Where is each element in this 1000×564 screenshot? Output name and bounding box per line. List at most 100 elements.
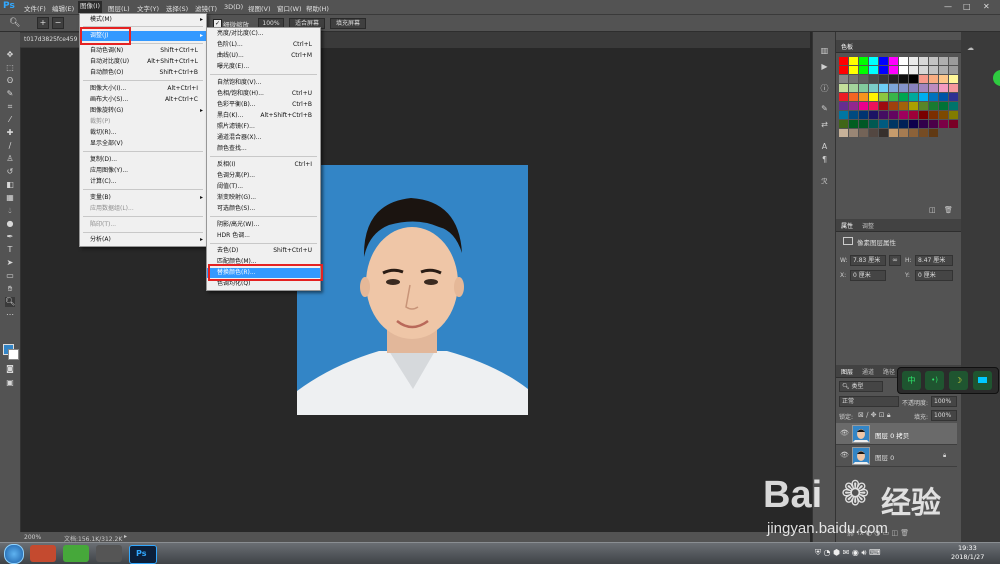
- color-swatch[interactable]: [889, 102, 898, 110]
- color-swatch[interactable]: [839, 120, 848, 128]
- color-swatch[interactable]: [939, 120, 948, 128]
- tray-icons[interactable]: ⛨ ◔ ⬢ ✉ ◉ 🔊︎ ⌨: [815, 548, 881, 558]
- eraser-icon[interactable]: ◧: [5, 180, 15, 190]
- menu-item-color-lookup[interactable]: 颜色查找...: [207, 144, 320, 154]
- color-swatch[interactable]: [869, 66, 878, 74]
- color-swatch[interactable]: [869, 111, 878, 119]
- color-swatch[interactable]: [949, 84, 958, 92]
- color-swatch[interactable]: [849, 120, 858, 128]
- taskbar-user-icon[interactable]: [96, 545, 122, 562]
- eye-icon[interactable]: 👁︎: [840, 451, 849, 459]
- color-swatch[interactable]: [889, 129, 898, 137]
- move-tool-icon[interactable]: ✥: [5, 50, 15, 60]
- menu-item-vibrance[interactable]: 自然饱和度(V)...: [207, 78, 320, 88]
- minimize-icon[interactable]: —: [944, 2, 952, 11]
- color-swatch[interactable]: [879, 84, 888, 92]
- menu-item-variables[interactable]: 变量(B) ▸: [80, 193, 206, 203]
- color-swatch[interactable]: [839, 84, 848, 92]
- menu-item-trim[interactable]: 裁切(R)...: [80, 128, 206, 138]
- lasso-tool-icon[interactable]: ʘ: [5, 76, 15, 86]
- color-swatch[interactable]: [899, 111, 908, 119]
- color-swatch[interactable]: [869, 75, 878, 83]
- menu-item-desaturate[interactable]: 去色(D) Shift+Ctrl+U: [207, 246, 320, 256]
- color-swatch[interactable]: [919, 84, 928, 92]
- type-tool-icon[interactable]: T: [5, 245, 15, 255]
- color-swatch[interactable]: [949, 102, 958, 110]
- lock-icons[interactable]: ⊠ ∕ ✥ ⊡ 🔒︎: [858, 411, 891, 420]
- color-swatch[interactable]: [839, 66, 848, 74]
- rectangle-tool-icon[interactable]: ▭: [5, 271, 15, 281]
- color-swatch[interactable]: [889, 93, 898, 101]
- ime-punct-button[interactable]: •): [925, 371, 944, 390]
- color-swatch[interactable]: [859, 102, 868, 110]
- color-swatch[interactable]: [849, 111, 858, 119]
- color-swatch[interactable]: [869, 129, 878, 137]
- eyedropper-icon[interactable]: ⁄: [5, 115, 15, 125]
- color-swatch[interactable]: [929, 57, 938, 65]
- zoom-tool-icon[interactable]: 🔍︎: [9, 18, 20, 28]
- menu-item-curves[interactable]: 曲线(U)... Ctrl+M: [207, 51, 320, 61]
- color-swatch[interactable]: [929, 111, 938, 119]
- background-color-swatch[interactable]: [8, 349, 19, 360]
- menu-item-analysis[interactable]: 分析(A) ▸: [80, 235, 206, 245]
- color-swatch[interactable]: [849, 84, 858, 92]
- color-swatch[interactable]: [879, 93, 888, 101]
- color-swatch[interactable]: [879, 120, 888, 128]
- color-swatch[interactable]: [889, 111, 898, 119]
- color-swatch[interactable]: [899, 66, 908, 74]
- play-icon[interactable]: ▶: [820, 62, 829, 71]
- color-swatch[interactable]: [949, 66, 958, 74]
- menu-view[interactable]: 视图(V): [248, 3, 271, 13]
- marquee-tool-icon[interactable]: ⬚: [5, 63, 15, 73]
- color-swatch[interactable]: [849, 129, 858, 137]
- healing-brush-icon[interactable]: ✚: [5, 128, 15, 138]
- color-swatch[interactable]: [909, 84, 918, 92]
- color-swatch[interactable]: [919, 129, 928, 137]
- menu-item-selective-color[interactable]: 可选颜色(S)...: [207, 204, 320, 214]
- menu-item-invert[interactable]: 反相(I) Ctrl+I: [207, 160, 320, 170]
- menu-type[interactable]: 文字(Y): [137, 3, 159, 13]
- screen-mode-icon[interactable]: ▣: [5, 378, 15, 388]
- menu-item-calculations[interactable]: 计算(C)...: [80, 177, 206, 187]
- blend-mode-select[interactable]: 正常: [839, 396, 899, 407]
- link-icon[interactable]: ∞: [889, 255, 901, 266]
- menu-item-black-white[interactable]: 黑白(K)... Alt+Shift+Ctrl+B: [207, 111, 320, 121]
- layer-row[interactable]: 👁︎ 图层 0 拷贝: [836, 423, 957, 445]
- menu-item-color-balance[interactable]: 色彩平衡(B)... Ctrl+B: [207, 100, 320, 110]
- width-field[interactable]: 7.83 厘米: [850, 255, 886, 266]
- menu-item-hdr-toning[interactable]: HDR 色调...: [207, 231, 320, 241]
- color-swatch[interactable]: [929, 120, 938, 128]
- menu-edit[interactable]: 编辑(E): [52, 3, 74, 13]
- blur-tool-icon[interactable]: 💧︎: [5, 206, 15, 216]
- brush-presets-icon[interactable]: ✎: [820, 104, 829, 113]
- color-swatch[interactable]: [879, 57, 888, 65]
- hand-tool-icon[interactable]: ✋︎: [5, 284, 15, 294]
- color-swatch[interactable]: [859, 75, 868, 83]
- color-swatch[interactable]: [909, 120, 918, 128]
- color-swatch[interactable]: [869, 93, 878, 101]
- histogram-icon[interactable]: ▥: [820, 46, 829, 55]
- color-swatch[interactable]: [889, 84, 898, 92]
- menu-select[interactable]: 选择(S): [166, 3, 188, 13]
- menu-item-shadows-highlights[interactable]: 阴影/高光(W)...: [207, 220, 320, 230]
- color-swatch[interactable]: [879, 75, 888, 83]
- menu-item-photo-filter[interactable]: 照片滤镜(F)...: [207, 122, 320, 132]
- y-field[interactable]: 0 厘米: [915, 270, 953, 281]
- color-swatch[interactable]: [909, 93, 918, 101]
- color-swatch[interactable]: [879, 102, 888, 110]
- taskbar-browser-icon[interactable]: [63, 545, 89, 562]
- menu-window[interactable]: 窗口(W): [277, 3, 302, 13]
- zoom-out-icon[interactable]: −: [52, 17, 64, 29]
- dodge-tool-icon[interactable]: ●: [5, 219, 15, 229]
- clone-stamp-icon[interactable]: ♙: [5, 154, 15, 164]
- menu-item-duplicate[interactable]: 复制(D)...: [80, 155, 206, 165]
- color-swatch[interactable]: [899, 129, 908, 137]
- pen-tool-icon[interactable]: ✒: [5, 232, 15, 242]
- zoom-in-icon[interactable]: +: [37, 17, 49, 29]
- menu-item-canvas-size[interactable]: 画布大小(S)... Alt+Ctrl+C: [80, 95, 206, 105]
- menu-layer[interactable]: 图层(L): [108, 3, 130, 13]
- color-swatch[interactable]: [929, 93, 938, 101]
- menu-file[interactable]: 文件(F): [24, 3, 46, 13]
- color-swatch[interactable]: [919, 66, 928, 74]
- color-swatch[interactable]: [909, 75, 918, 83]
